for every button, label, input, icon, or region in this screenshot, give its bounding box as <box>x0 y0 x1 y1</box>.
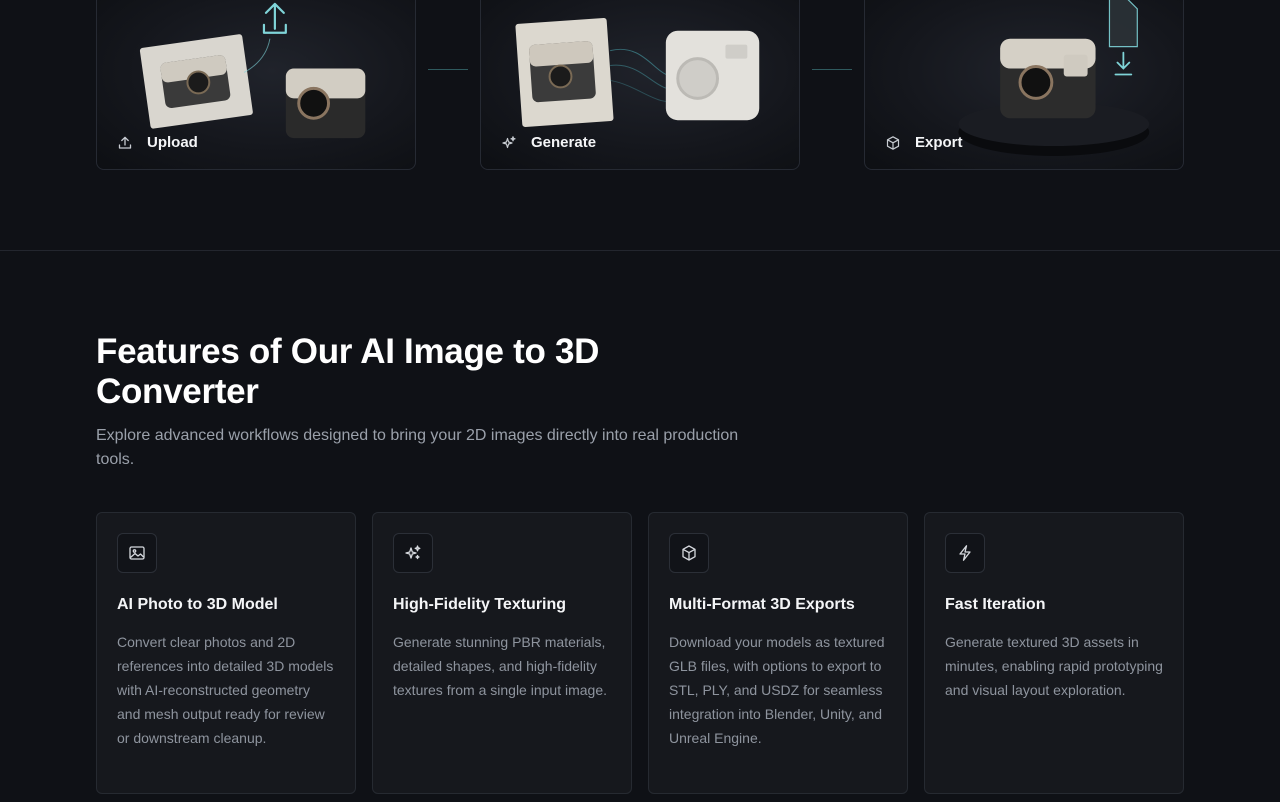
sparkle-icon <box>502 135 516 148</box>
feature-description: Download your models as textured GLB fil… <box>669 634 885 746</box>
step-label-upload: Upload <box>117 134 198 151</box>
feature-card-texturing: High-Fidelity Texturing Generate stunnin… <box>372 512 632 794</box>
section-divider <box>0 250 1280 251</box>
image-icon <box>129 546 145 560</box>
step-label-export: Export <box>885 134 963 151</box>
feature-description: Generate textured 3D assets in minutes, … <box>945 634 1163 698</box>
cube-icon <box>682 545 696 561</box>
feature-card-fast-iteration: Fast Iteration Generate textured 3D asse… <box>924 512 1184 794</box>
step-label-text: Export <box>915 134 963 151</box>
step-connector <box>812 69 852 70</box>
step-card-upload[interactable]: Upload <box>96 0 416 170</box>
sparkle-icon <box>405 545 421 560</box>
lightning-icon <box>959 545 971 561</box>
feature-card-exports: Multi-Format 3D Exports Download your mo… <box>648 512 908 794</box>
workflow-steps: Upload Generate Export <box>0 0 1280 250</box>
step-card-generate[interactable]: Generate <box>480 0 800 170</box>
features-subtitle: Explore advanced workflows designed to b… <box>96 427 739 468</box>
step-label-text: Generate <box>531 134 597 151</box>
features-grid: AI Photo to 3D Model Convert clear photo… <box>96 512 1184 802</box>
features-title: Features of Our AI Image to 3D Converter <box>96 332 600 411</box>
feature-icon-box <box>393 533 433 573</box>
step-label-generate: Generate <box>501 134 596 151</box>
feature-icon-box <box>117 533 157 573</box>
step-connector <box>428 69 468 70</box>
feature-title: AI Photo to 3D Model <box>117 596 278 613</box>
feature-title: High-Fidelity Texturing <box>393 596 567 613</box>
feature-title: Multi-Format 3D Exports <box>669 596 855 613</box>
feature-title: Fast Iteration <box>945 596 1046 613</box>
feature-icon-box <box>669 533 709 573</box>
step-label-text: Upload <box>147 134 198 151</box>
feature-icon-box <box>945 533 985 573</box>
feature-description: Generate stunning PBR materials, detaile… <box>393 634 607 698</box>
cube-icon <box>886 135 900 150</box>
step-card-export[interactable]: Export <box>864 0 1184 170</box>
upload-icon <box>118 136 132 149</box>
feature-description: Convert clear photos and 2D references i… <box>117 634 334 746</box>
feature-card-photo-to-3d: AI Photo to 3D Model Convert clear photo… <box>96 512 356 794</box>
